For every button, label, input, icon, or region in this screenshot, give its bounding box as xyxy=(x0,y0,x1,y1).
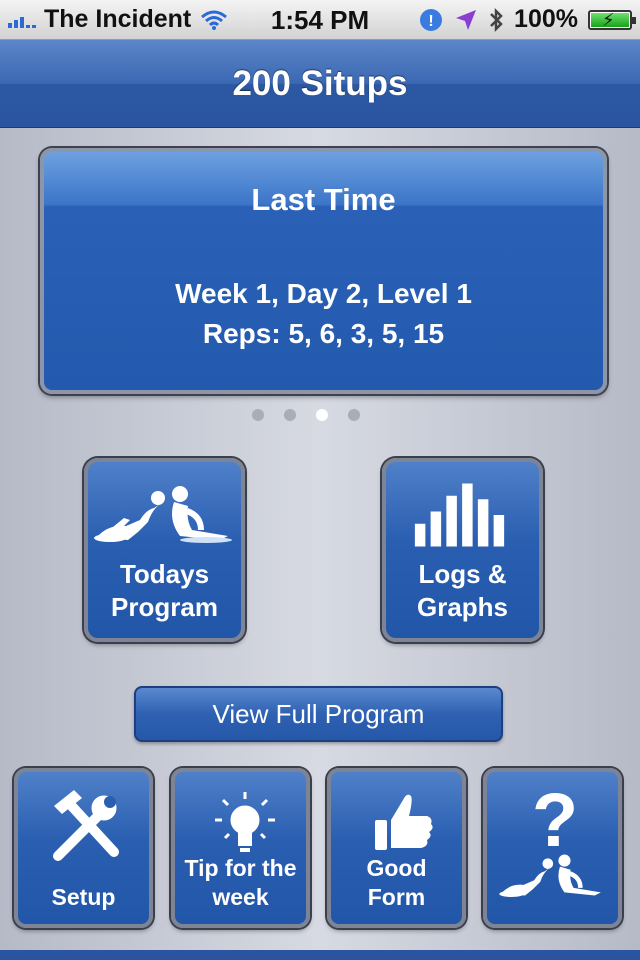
bottom-bar xyxy=(0,950,640,960)
logs-graphs-button[interactable]: Logs & Graphs xyxy=(382,458,543,642)
bluetooth-icon xyxy=(490,7,503,32)
battery-icon: ⚡ xyxy=(588,9,636,30)
last-time-title: Last Time xyxy=(251,182,396,217)
page-indicator[interactable] xyxy=(252,409,360,421)
todays-program-line2: Program xyxy=(111,592,218,622)
page-dot[interactable] xyxy=(348,409,360,421)
notification-icon: ! xyxy=(420,8,443,31)
good-form-line2: Form xyxy=(367,884,426,910)
last-time-reps: Reps: 5, 6, 3, 5, 15 xyxy=(202,318,445,349)
svg-text:?: ? xyxy=(532,782,578,863)
logs-graphs-line2: Graphs xyxy=(416,592,509,622)
good-form-label: Good Form xyxy=(331,854,462,912)
svg-text:!: ! xyxy=(428,13,433,30)
tip-for-the-week-button[interactable]: Tip for the week xyxy=(171,768,310,928)
view-full-program-label: View Full Program xyxy=(212,698,425,729)
logs-graphs-label: Logs & Graphs xyxy=(386,558,539,624)
good-form-button[interactable]: Good Form xyxy=(327,768,466,928)
todays-program-label: Todays Program xyxy=(88,558,241,624)
help-button[interactable]: ? xyxy=(483,768,622,928)
last-time-summary: Week 1, Day 2, Level 1 xyxy=(175,278,472,309)
battery-percent: 100% xyxy=(514,5,578,33)
tip-label: Tip for the week xyxy=(175,854,306,912)
bar-chart-icon xyxy=(414,483,505,547)
page-dot[interactable] xyxy=(284,409,296,421)
setup-label: Setup xyxy=(51,884,116,910)
logs-graphs-line1: Logs & xyxy=(418,559,507,589)
status-bar: The Incident 1:54 PM ! 100% ⚡ xyxy=(0,0,640,40)
page-dot[interactable] xyxy=(252,409,264,421)
help-question-icon: ? xyxy=(499,782,601,897)
view-full-program-button[interactable]: View Full Program xyxy=(134,686,503,742)
status-right: ! 100% ⚡ xyxy=(418,5,636,34)
todays-program-button[interactable]: Todays Program xyxy=(84,458,245,642)
last-time-card[interactable]: Last Time Week 1, Day 2, Level 1 Reps: 5… xyxy=(40,148,607,394)
todays-program-line1: Todays xyxy=(119,559,210,589)
tools-icon xyxy=(53,790,119,861)
tip-line1: Tip for the xyxy=(184,855,297,881)
location-icon xyxy=(456,9,477,30)
tip-line2: week xyxy=(212,884,269,910)
page-dot-active[interactable] xyxy=(316,409,328,421)
setup-button[interactable]: Setup xyxy=(14,768,153,928)
situp-figures-icon xyxy=(94,486,232,543)
good-form-line1: Good xyxy=(366,855,427,881)
page-title: 200 Situps xyxy=(232,63,408,103)
nav-bar: 200 Situps xyxy=(0,40,640,128)
